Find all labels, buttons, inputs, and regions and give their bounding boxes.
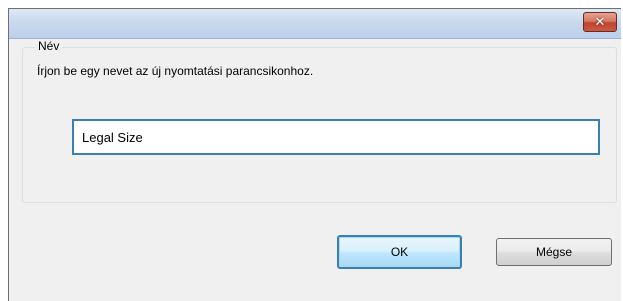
close-icon: ✕ [594,14,606,30]
cancel-button-label: Mégse [535,245,573,259]
ok-button-label: OK [390,245,409,259]
group-label: Név [35,39,63,54]
ok-button[interactable]: OK [337,235,462,269]
instruction-text: Írjon be egy nevet az új nyomtatási para… [37,64,314,78]
cancel-button[interactable]: Mégse [496,238,612,266]
dialog-window: ✕ Név Írjon be egy nevet az új nyomtatás… [8,8,621,301]
shortcut-name-input[interactable] [72,119,600,155]
title-bar[interactable]: ✕ [9,9,621,39]
close-button[interactable]: ✕ [583,12,617,32]
